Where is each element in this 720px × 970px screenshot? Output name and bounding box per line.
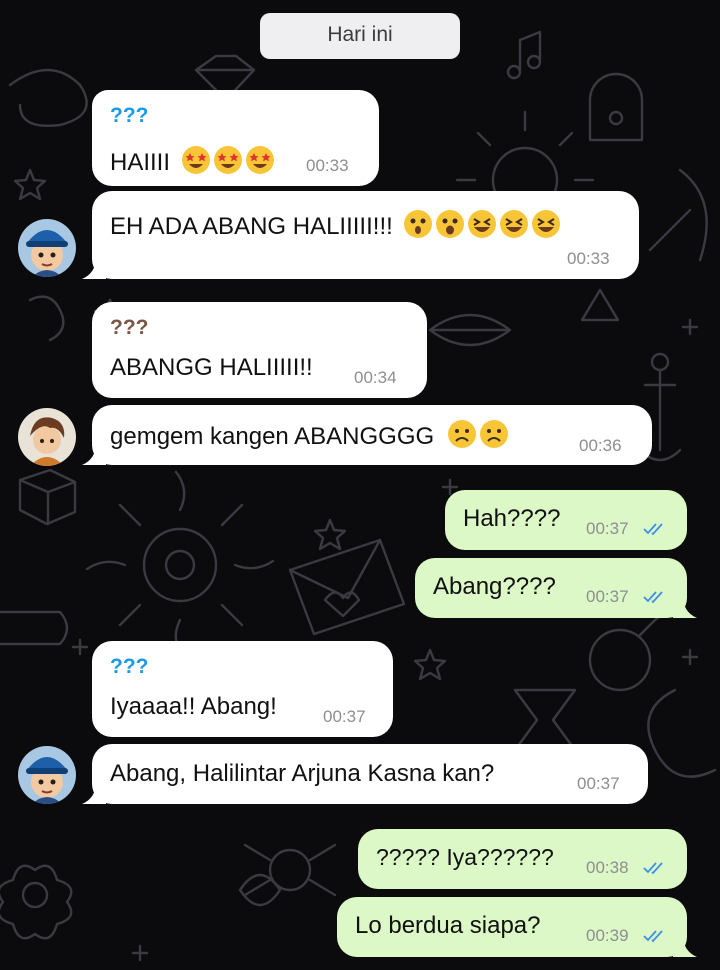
date-separator: Hari ini [260,13,460,59]
message-time: 00:37 [586,519,629,538]
frowning-face-icon [447,420,476,448]
message-time: 00:38 [586,858,629,877]
brown-hair-boy-avatar[interactable] [18,408,76,466]
message-text: ????? Iya?????? [376,844,554,870]
message-bubble[interactable]: Abang???? 00:37 [415,558,697,618]
astonished-face-icon [404,210,433,238]
message-text: EH ADA ABANG HALIIIII!!! [110,213,393,240]
message-bubble[interactable]: ????? Iya?????? 00:38 [358,829,687,889]
blue-hat-boy-avatar[interactable] [18,219,76,277]
message-bubble[interactable]: ??? HAIIII 00:33 [92,90,379,186]
blue-hat-boy-avatar[interactable] [18,746,76,804]
message-time: 00:37 [577,774,620,793]
sender-name[interactable]: ??? [110,316,148,340]
message-time: 00:37 [323,707,366,726]
laughing-face-icon [532,210,561,238]
message-bubble[interactable]: ??? Iyaaaa!! Abang! 00:37 [92,641,393,737]
sender-name[interactable]: ??? [110,104,148,128]
message-time: 00:37 [586,587,629,606]
message-bubble[interactable]: Hah???? 00:37 [445,490,687,550]
message-text: Hah???? [463,505,561,532]
message-text: Abang, Halilintar Arjuna Kasna kan? [110,760,495,787]
message-text: gemgem kangen ABANGGGG [110,423,435,450]
star-struck-face-icon [213,146,242,174]
message-time: 00:39 [586,926,629,945]
message-bubble[interactable]: ??? ABANGG HALIIIII!! 00:34 [92,302,427,398]
frowning-face-icon [479,420,508,448]
message-text: Iyaaaa!! Abang! [110,693,277,720]
message-bubble[interactable]: EH ADA ABANG HALIIIII!!! 00:33 [82,191,639,279]
message-time: 00:33 [306,156,349,175]
message-time: 00:33 [567,249,610,268]
sender-name[interactable]: ??? [110,655,148,679]
message-bubble[interactable]: Lo berdua siapa? 00:39 [337,897,697,957]
read-double-check-icon [643,591,663,604]
laughing-face-icon [468,210,497,238]
message-text: ABANGG HALIIIII!! [110,354,313,381]
message-text: HAIIII [110,149,171,176]
star-struck-face-icon [245,146,274,174]
message-time: 00:36 [579,436,622,455]
read-double-check-icon [643,523,663,536]
read-double-check-icon [643,862,663,875]
message-text: Abang???? [433,573,556,600]
message-time: 00:34 [354,368,397,387]
read-double-check-icon [643,930,663,943]
star-struck-face-icon [181,146,210,174]
laughing-face-icon [500,210,529,238]
message-bubble[interactable]: gemgem kangen ABANGGGG 00:36 [82,405,652,465]
open-mouth-face-icon [436,210,465,238]
message-bubble[interactable]: Abang, Halilintar Arjuna Kasna kan? 00:3… [82,744,648,804]
message-text: Lo berdua siapa? [355,912,541,939]
